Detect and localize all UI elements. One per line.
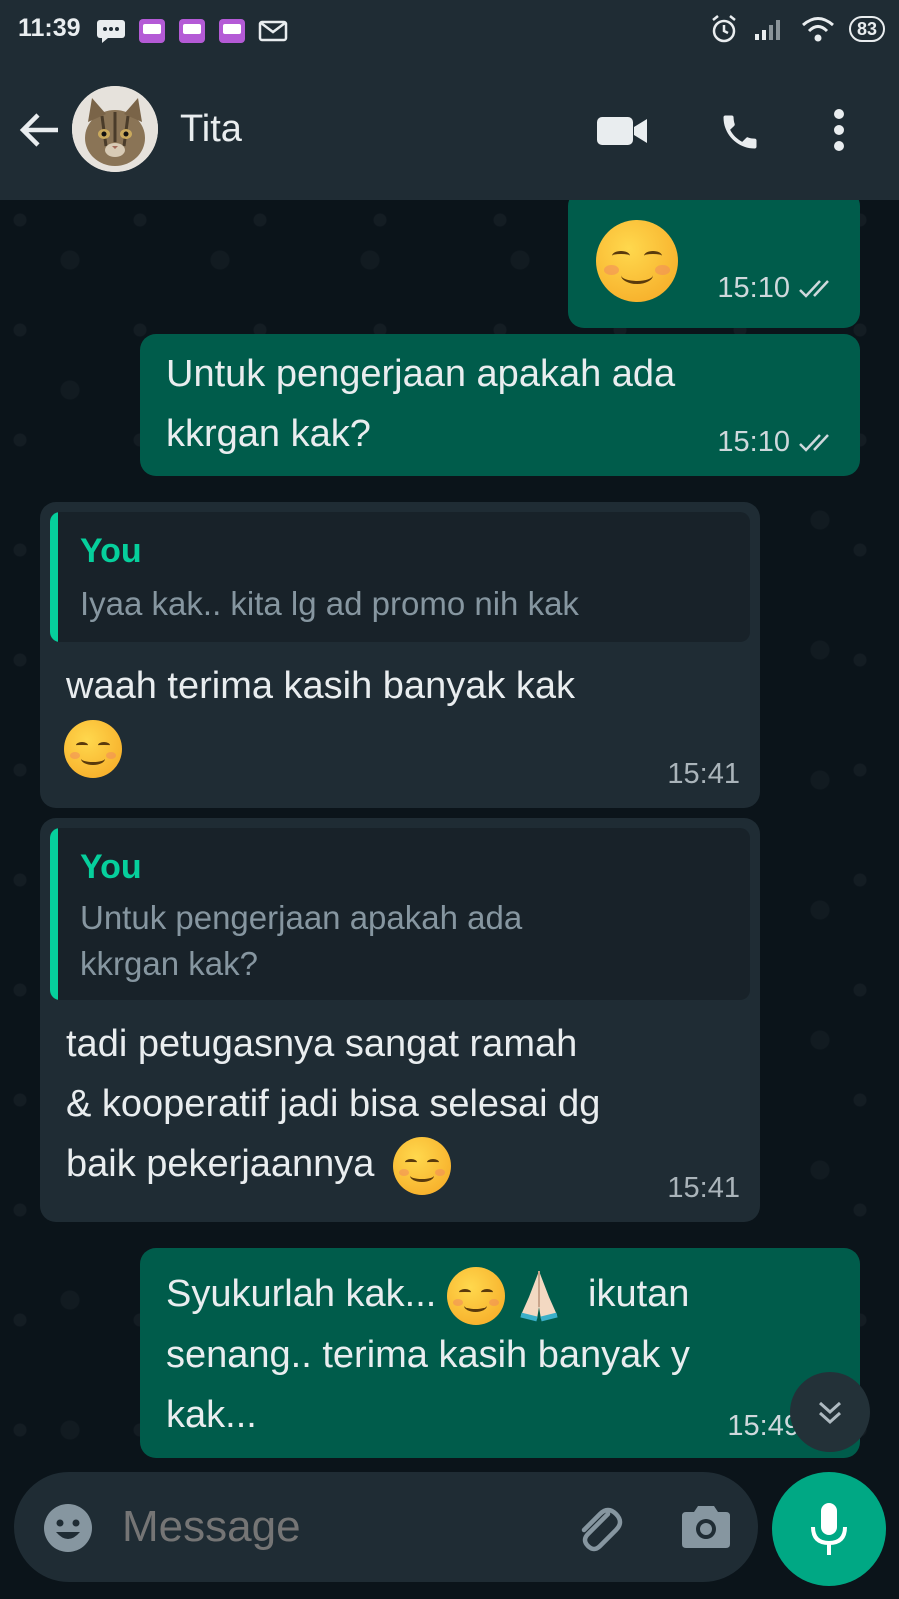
incoming-message[interactable]: You Untuk pengerjaan apakah ada kkrgan k… (40, 818, 760, 1222)
message-text: kak... (166, 1393, 257, 1436)
message-text: senang.. terima kasih banyak y (166, 1333, 690, 1376)
message-text: Untuk pengerjaan apakah ada (166, 353, 676, 395)
mic-icon (811, 1503, 847, 1555)
quote-author: You (80, 532, 142, 570)
scroll-to-bottom-button[interactable] (790, 1372, 870, 1452)
signal-icon (754, 20, 780, 40)
message-text: Syukurlah kak... (166, 1273, 437, 1315)
smiling-face-emoji (596, 220, 678, 302)
message-text: tadi petugasnya sangat ramah (66, 1023, 578, 1065)
scroll-down-icon (818, 1401, 842, 1425)
quote-text: Untuk pengerjaan apakah ada (80, 899, 523, 936)
more-options-icon[interactable] (832, 108, 846, 152)
outgoing-message[interactable]: 15:10 (568, 200, 860, 328)
message-time: 15:10 (717, 426, 790, 458)
quote-text: kkrgan kak? (80, 945, 258, 982)
folded-hands-emoji (520, 1270, 559, 1322)
read-ticks-icon (799, 433, 829, 452)
outgoing-message[interactable]: Syukurlah kak... ikutan senang.. terima … (140, 1248, 860, 1458)
alarm-icon (712, 15, 736, 43)
message-text: kkrgan kak? (166, 413, 371, 455)
smiling-face-emoji (393, 1136, 451, 1195)
app-notification-icon (219, 19, 245, 43)
attach-icon[interactable] (570, 1500, 626, 1556)
message-text: waah terima kasih banyak kak (66, 665, 576, 707)
back-arrow-icon[interactable] (18, 110, 62, 150)
smiling-face-emoji (446, 1266, 505, 1325)
voice-call-icon[interactable] (718, 110, 762, 154)
smiling-face-emoji (64, 720, 122, 778)
message-time: 15:41 (667, 758, 740, 790)
emoji-icon[interactable] (42, 1502, 94, 1554)
message-text: baik pekerjaannya (66, 1143, 375, 1185)
video-call-icon[interactable] (596, 114, 648, 148)
message-notification-icon (97, 20, 125, 43)
avatar[interactable] (72, 86, 158, 172)
outgoing-message[interactable]: Untuk pengerjaan apakah ada kkrgan kak? … (140, 334, 860, 476)
status-time: 11:39 (18, 14, 81, 42)
contact-name[interactable]: Tita (180, 108, 242, 151)
message-input[interactable] (122, 1502, 542, 1552)
quote-author: You (80, 848, 142, 886)
mail-icon (258, 20, 288, 42)
app-notification-icon (179, 19, 205, 43)
message-text: & kooperatif jadi bisa selesai dg (66, 1083, 601, 1125)
chat-header: Tita (0, 64, 899, 200)
camera-icon[interactable] (678, 1502, 734, 1552)
app-notification-icon (139, 19, 165, 43)
voice-message-button[interactable] (772, 1472, 886, 1586)
quote-text: Iyaa kak.. kita lg ad promo nih kak (80, 585, 579, 622)
quoted-message[interactable]: You Untuk pengerjaan apakah ada kkrgan k… (50, 828, 750, 1000)
quoted-message[interactable]: You Iyaa kak.. kita lg ad promo nih kak (50, 512, 750, 642)
message-time: 15:41 (667, 1172, 740, 1204)
message-time: 15:10 (717, 272, 790, 304)
wifi-icon (801, 17, 834, 42)
battery-indicator: 83 (848, 16, 885, 42)
chat-area[interactable]: 15:10 Untuk pengerjaan apakah ada kkrgan… (0, 200, 899, 1462)
incoming-message[interactable]: You Iyaa kak.. kita lg ad promo nih kak … (40, 502, 760, 808)
cat-avatar-image (72, 86, 158, 172)
status-bar: 11:39 83 (0, 0, 899, 64)
read-ticks-icon (799, 279, 829, 298)
message-text: ikutan (588, 1273, 690, 1315)
message-composer[interactable] (14, 1472, 758, 1582)
